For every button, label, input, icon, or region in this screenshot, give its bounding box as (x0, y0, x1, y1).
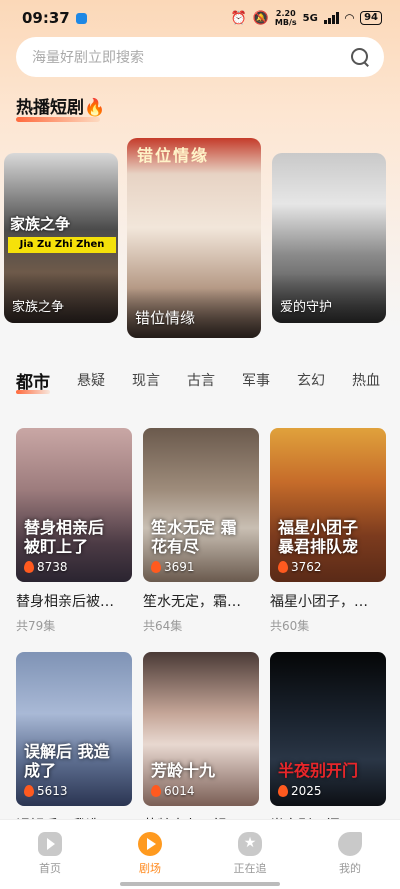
poster-banner-title: 家族之争 (10, 215, 71, 233)
flame-icon (24, 785, 34, 797)
wifi-icon: ◠ (344, 11, 355, 25)
category-tabs: 都市 悬疑 现言 古言 军事 玄幻 热血 (0, 370, 400, 400)
drama-grid: 替身相亲后 被盯上了 8738 替身相亲后被… 共79集 笙水无定 霜花有尽 3… (16, 428, 386, 876)
heat-count: 3762 (278, 560, 322, 574)
nav-following-label: 正在追 (233, 862, 267, 875)
app-notification-icon (75, 12, 87, 24)
hot-section-title-text: 热播短剧🔥 (16, 98, 106, 118)
hot-section-underline (16, 117, 100, 122)
search-input[interactable]: 海量好剧立即搜索 (16, 37, 384, 77)
drama-cover[interactable]: 替身相亲后 被盯上了 8738 (16, 428, 132, 582)
cover-art-title: 笙水无定 霜花有尽 (151, 518, 237, 556)
cover-art-title: 芳龄十九 (151, 761, 216, 780)
cover-art-title: 福星小团子 暴君排队宠 (278, 518, 359, 556)
alarm-icon: ⏰ (230, 10, 247, 26)
poster-caption: 错位情缘 (135, 309, 196, 327)
cover-art-title: 半夜别开门 (278, 761, 359, 780)
tab-active-underline (16, 390, 50, 394)
episode-count: 共64集 (143, 619, 183, 633)
nav-home[interactable]: 首页 (10, 832, 90, 876)
nav-following[interactable]: 正在追 (210, 832, 290, 876)
flame-icon (278, 561, 288, 573)
tab-xianyan[interactable]: 现言 (132, 370, 160, 400)
carousel-poster-center[interactable]: 错位情缘 错位情缘 (127, 138, 261, 338)
tab-dushi[interactable]: 都市 (16, 368, 50, 400)
star-icon (238, 832, 262, 856)
hot-section-title: 热播短剧🔥 (16, 93, 106, 122)
drama-card[interactable]: 福星小团子 暴君排队宠 3762 福星小团子，… 共60集 (270, 428, 386, 652)
home-indicator[interactable] (120, 882, 280, 886)
heat-value: 3762 (291, 560, 322, 574)
drama-title[interactable]: 福星小团子，… (270, 591, 386, 611)
flame-icon (151, 785, 161, 797)
heat-value: 5613 (37, 784, 68, 798)
drama-card[interactable]: 替身相亲后 被盯上了 8738 替身相亲后被… 共79集 (16, 428, 132, 652)
poster-caption: 家族之争 (12, 300, 65, 315)
network-speed: 2.20 MB/s (275, 9, 297, 27)
status-indicators: ⏰ 🔕 2.20 MB/s 5G ◠ 94 (231, 9, 382, 27)
episode-count: 共79集 (16, 619, 56, 633)
leaf-icon (338, 832, 362, 856)
network-speed-value: 2.20 (275, 9, 296, 18)
mute-icon: 🔕 (252, 10, 269, 26)
episode-count: 共60集 (270, 619, 310, 633)
nav-profile-label: 我的 (339, 862, 361, 875)
heat-value: 6014 (164, 784, 195, 798)
network-speed-unit: MB/s (274, 18, 297, 27)
flame-icon (278, 785, 288, 797)
drama-cover[interactable]: 误解后 我造成了 5613 (16, 652, 132, 806)
theater-icon (138, 832, 162, 856)
carousel-poster-right[interactable]: 爱的守护 (272, 153, 386, 323)
drama-cover[interactable]: 福星小团子 暴君排队宠 3762 (270, 428, 386, 582)
drama-cover[interactable]: 半夜别开门 2025 (270, 652, 386, 806)
nav-theater-label: 剧场 (139, 862, 161, 875)
poster-banner-subtitle: Jia Zu Zhi Zhen (8, 237, 116, 253)
flame-icon (24, 561, 34, 573)
nav-profile[interactable]: 我的 (310, 832, 390, 876)
heat-count: 8738 (24, 560, 68, 574)
poster-caption: 爱的守护 (280, 300, 333, 315)
heat-count: 6014 (151, 784, 195, 798)
nav-theater[interactable]: 剧场 (110, 832, 190, 876)
heat-value: 8738 (37, 560, 68, 574)
bottom-navigation: 首页 剧场 正在追 我的 (0, 819, 400, 889)
tab-junshi[interactable]: 军事 (242, 370, 270, 400)
heat-count: 2025 (278, 784, 322, 798)
heat-value: 3691 (164, 560, 195, 574)
play-icon (38, 832, 62, 856)
tab-xuanhuan[interactable]: 玄幻 (297, 370, 325, 400)
nav-home-label: 首页 (39, 862, 61, 875)
signal-icon (323, 12, 339, 24)
tab-rexue[interactable]: 热血 (352, 370, 380, 400)
heat-count: 3691 (151, 560, 195, 574)
carousel-poster-left[interactable]: 家族之争 Jia Zu Zhi Zhen 家族之争 (4, 153, 118, 323)
tab-xuanyi[interactable]: 悬疑 (77, 370, 105, 400)
tab-guyan[interactable]: 古言 (187, 370, 215, 400)
drama-title[interactable]: 替身相亲后被… (16, 591, 132, 611)
battery-indicator: 94 (360, 11, 382, 25)
heat-count: 5613 (24, 784, 68, 798)
status-bar: 09:37 ⏰ 🔕 2.20 MB/s 5G ◠ 94 (0, 0, 400, 36)
search-icon[interactable] (350, 47, 370, 67)
search-placeholder: 海量好剧立即搜索 (32, 50, 144, 66)
drama-card[interactable]: 笙水无定 霜花有尽 3691 笙水无定，霜… 共64集 (143, 428, 259, 652)
heat-value: 2025 (291, 784, 322, 798)
cover-art-title: 误解后 我造成了 (24, 742, 110, 780)
network-type: 5G (302, 12, 318, 24)
hot-drama-carousel[interactable]: 家族之争 Jia Zu Zhi Zhen 家族之争 爱的守护 错位情缘 错位情缘 (0, 138, 400, 343)
flame-icon (151, 561, 161, 573)
cover-art-title: 替身相亲后 被盯上了 (24, 518, 105, 556)
drama-title[interactable]: 笙水无定，霜… (143, 591, 259, 611)
drama-cover[interactable]: 芳龄十九 6014 (143, 652, 259, 806)
poster-art-title: 错位情缘 (137, 146, 210, 165)
status-time: 09:37 (22, 9, 70, 27)
drama-cover[interactable]: 笙水无定 霜花有尽 3691 (143, 428, 259, 582)
